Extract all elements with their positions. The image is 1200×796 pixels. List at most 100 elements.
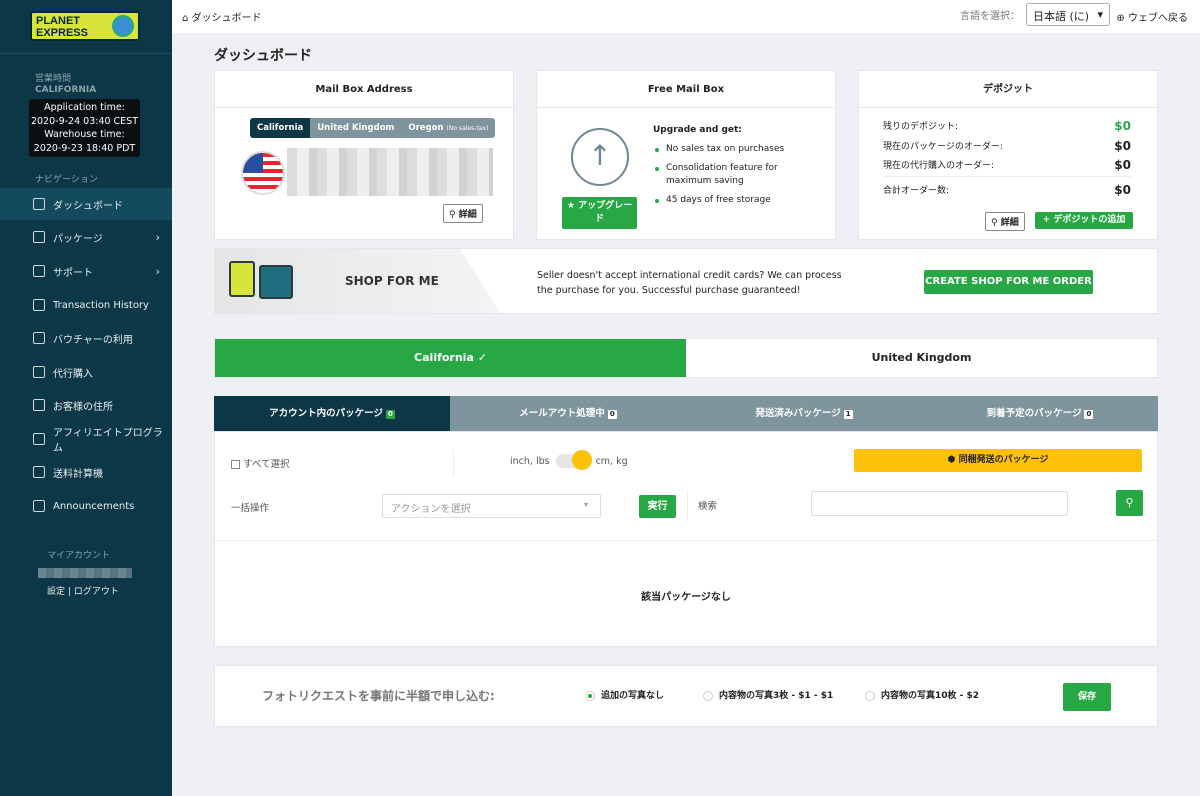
sidebar-item[interactable]: パッケージ › (0, 221, 172, 253)
save-button[interactable]: 保存 (1063, 683, 1111, 711)
account-heading: マイアカウント (47, 551, 111, 561)
button-label: デポジットの追加 (1053, 215, 1126, 225)
address-blurred (287, 148, 493, 196)
deposit-label: 合計オーダー数: (883, 186, 950, 196)
location-label: United Kingdom (871, 351, 972, 364)
shopping-bag-icon (259, 265, 293, 299)
sidebar-item[interactable]: サポート › (0, 255, 172, 287)
hours-location: CALIFORNIA (35, 85, 97, 95)
tab-oregon[interactable]: Oregon (No sales-tax) (401, 118, 496, 138)
package-tab[interactable]: メールアウト処理中 0 (450, 396, 686, 431)
shop-title: SHOP FOR ME (345, 274, 439, 288)
tab-california[interactable]: California (250, 118, 311, 138)
location-california[interactable]: California ✓ (215, 339, 686, 377)
settings-link[interactable]: 設定 (47, 587, 65, 597)
tab-label: メールアウト処理中 (519, 408, 605, 419)
history-icon (33, 299, 45, 311)
shopping-bag-icon (33, 366, 45, 378)
sidebar-item[interactable]: 送料計算機 (0, 456, 172, 488)
back-to-web-link[interactable]: ⊕ ウェブへ戻る (1116, 9, 1188, 24)
upgrade-heading: Upgrade and get: (653, 125, 742, 135)
deposit-detail-button[interactable]: ⚲ 詳細 (985, 212, 1025, 231)
sidebar-item[interactable]: Announcements (0, 490, 172, 522)
count-badge: 0 (385, 410, 395, 419)
radio[interactable] (865, 690, 875, 701)
mailbox-card: Mail Box Address California United Kingd… (214, 70, 514, 240)
option-label: 内容物の写真10枚 - $2 (881, 691, 980, 701)
sidebar: PLANET EXPRESS 営業時間 CALIFORNIA Application… (0, 0, 172, 796)
language-label: 言語を選択： (960, 11, 1020, 22)
sidebar-item[interactable]: 代行購入 (0, 356, 172, 388)
sidebar-item-label: ダッシュボード (53, 200, 123, 212)
logo[interactable]: PLANET EXPRESS (30, 11, 140, 41)
checkbox[interactable] (231, 460, 240, 469)
mailbox-detail-button[interactable]: ⚲ 詳細 (443, 204, 483, 223)
mail-icon (33, 500, 45, 512)
support-icon (33, 265, 45, 277)
sidebar-item-label: アフィリエイトプログラム (52, 428, 163, 454)
tab-label: 発送済みパッケージ (755, 408, 841, 419)
photo-option-10[interactable]: 内容物の写真10枚 - $2 (865, 688, 979, 701)
business-hours: 営業時間 CALIFORNIA (35, 74, 96, 96)
sidebar-item[interactable]: アフィリエイトプログラム (0, 423, 172, 455)
shop-text: Seller doesn't accept international cred… (537, 270, 842, 281)
us-flag-icon (241, 151, 285, 195)
tab-label: 到着予定のパッケージ (986, 408, 1082, 419)
location-label: California (414, 351, 474, 364)
caret-down-icon: ▾ (583, 500, 588, 509)
time-tooltip: Application time: 2020-9-24 03:40 CEST W… (29, 99, 140, 157)
package-tab[interactable]: 発送済みパッケージ 1 (686, 396, 922, 431)
button-label: 詳細 (1000, 218, 1019, 228)
create-shop-order-button[interactable]: CREATE SHOP FOR ME ORDER (924, 270, 1093, 294)
page-title: ダッシュボード (214, 48, 312, 64)
tab-united-kingdom[interactable]: United Kingdom (310, 118, 402, 138)
deposit-label: 現在の代行購入のオーダー: (883, 161, 995, 171)
sidebar-item-label: 送料計算機 (53, 468, 103, 480)
warehouse-time: 2020-9-23 18:40 PDT (33, 142, 136, 154)
run-button[interactable]: 実行 (639, 495, 676, 518)
radio[interactable] (703, 690, 713, 701)
photo-option-3[interactable]: 内容物の写真3枚 - $1 - $1 (703, 688, 833, 701)
search-input[interactable] (811, 491, 1068, 516)
upgrade-button[interactable]: ★ アップグレード (562, 197, 637, 229)
option-label: 追加の写真なし (601, 691, 665, 701)
consolidate-packages-button[interactable]: ⬢ 同梱発送のパッケージ (854, 449, 1142, 472)
deposit-value: $0 (1114, 119, 1131, 133)
location-united-kingdom[interactable]: United Kingdom (686, 339, 1157, 377)
separator: | (67, 587, 71, 597)
unit-toggle[interactable] (555, 450, 592, 470)
sidebar-item[interactable]: ダッシュボード (0, 188, 172, 220)
topbar: ⌂ ダッシュボード 言語を選択： 日本語 (に) ⊕ ウェブへ戻る (172, 0, 1200, 33)
package-panel: すべて選択 inch, lbs cm, kg ⬢ 同梱発送のパッケージ 一括操作… (214, 431, 1158, 647)
dashboard-icon (33, 198, 45, 210)
deposit-card: デポジット 残りのデポジット: $0 現在のパッケージのオーダー: $0 現在の代行… (858, 70, 1158, 240)
shop-text: the purchase for you. Successful purchas… (537, 285, 801, 296)
calculator-icon (33, 466, 45, 478)
photo-option-none[interactable]: 追加の写真なし (585, 688, 664, 701)
affiliate-icon (33, 433, 45, 445)
search-label: 検索 (698, 501, 718, 512)
benefit-item: Consolidation feature for maximum saving (653, 162, 783, 188)
breadcrumb[interactable]: ⌂ ダッシュボード (182, 9, 262, 24)
deposit-label: 残りのデポジット: (883, 122, 959, 132)
action-select[interactable]: アクションを選択 ▾ (382, 494, 601, 518)
package-tab[interactable]: 到着予定のパッケージ 0 (922, 396, 1158, 431)
plus-icon: + (1042, 215, 1051, 225)
radio[interactable] (585, 690, 595, 701)
sidebar-item-label: パッケージ (53, 233, 103, 245)
button-label: 同梱発送のパッケージ (958, 455, 1049, 465)
search-button[interactable]: ⚲ (1116, 490, 1143, 516)
language-select[interactable]: 日本語 (に) (1026, 3, 1110, 26)
tab-label: アカウント内のパッケージ (269, 408, 383, 419)
logout-link[interactable]: ログアウト (74, 587, 119, 597)
add-deposit-button[interactable]: + デポジットの追加 (1035, 212, 1133, 229)
sidebar-item[interactable]: Transaction History (0, 289, 172, 321)
select-all-checkbox[interactable]: すべて選択 (231, 456, 290, 470)
package-tab[interactable]: アカウント内のパッケージ 0 (214, 396, 450, 431)
select-all-label: すべて選択 (243, 459, 290, 470)
location-tabs: California ✓ United Kingdom (214, 338, 1158, 378)
sidebar-item[interactable]: お客様の住所 (0, 389, 172, 421)
sidebar-item[interactable]: バウチャーの利用 (0, 322, 172, 354)
hours-label: 営業時間 (35, 74, 72, 84)
voucher-icon (33, 332, 45, 344)
